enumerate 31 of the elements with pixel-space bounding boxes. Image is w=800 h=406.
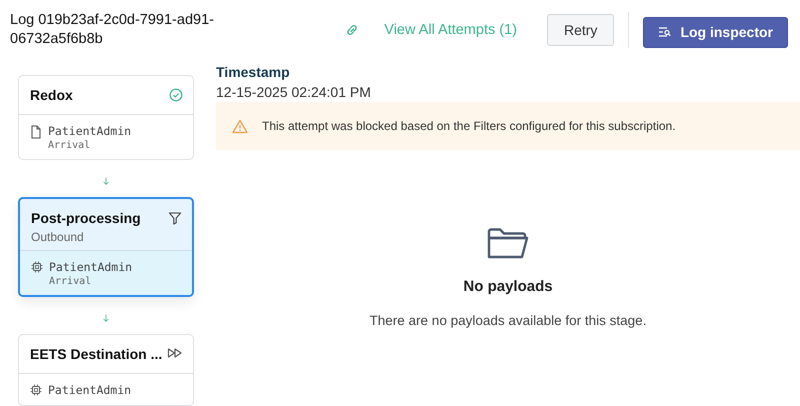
stage-title: EETS Destination ... xyxy=(30,345,162,363)
down-arrow-icon xyxy=(101,177,111,185)
message-event: Arrival xyxy=(49,276,92,287)
stage-card[interactable]: EETS Destination ... PatientAdmin xyxy=(18,334,194,406)
check-circle-icon xyxy=(169,88,183,102)
empty-title: No payloads xyxy=(463,278,553,295)
warning-icon xyxy=(232,118,248,134)
stage-subtitle: Outbound xyxy=(31,230,85,244)
filter-icon xyxy=(168,211,182,225)
fast-forward-icon xyxy=(167,347,183,359)
timestamp-label: Timestamp xyxy=(216,64,291,80)
retry-button[interactable]: Retry xyxy=(546,14,614,46)
stage-title: Post-processing xyxy=(31,209,141,227)
chip-icon xyxy=(30,384,42,396)
empty-message: There are no payloads available for this stage. xyxy=(370,313,646,328)
stage-title: Redox xyxy=(30,86,73,104)
stage-card[interactable]: Post-processing Outbound PatientAdmin Arrival xyxy=(18,197,194,297)
list-search-icon xyxy=(658,26,672,38)
log-title: Log 019b23af-2c0d-7991-ad91-06732a5f6b8b xyxy=(10,11,215,49)
alert-message: This attempt was blocked based on the Filters configured for this subscription. xyxy=(262,119,676,133)
message-event: Arrival xyxy=(48,140,92,151)
document-icon xyxy=(30,125,42,139)
message-name: PatientAdmin xyxy=(48,124,132,138)
down-arrow-icon xyxy=(101,314,111,322)
log-inspector-button[interactable]: Log inspector xyxy=(643,16,788,48)
timestamp-value: 12-15-2025 02:24:01 PM xyxy=(216,84,372,100)
message-name: PatientAdmin xyxy=(49,260,132,274)
message-name: PatientAdmin xyxy=(48,383,132,397)
chip-icon xyxy=(31,261,43,273)
folder-icon xyxy=(486,226,530,260)
stage-card[interactable]: Redox PatientAdmin Arrival xyxy=(18,75,194,160)
